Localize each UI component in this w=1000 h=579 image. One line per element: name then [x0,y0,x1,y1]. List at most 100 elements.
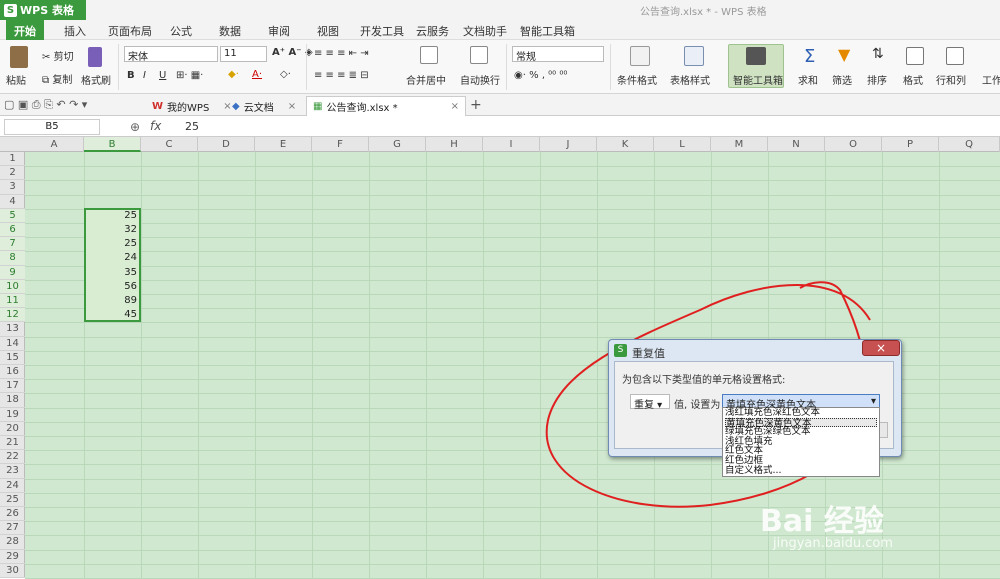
column-header-c[interactable]: C [141,137,198,152]
column-header-k[interactable]: K [597,137,654,152]
row-header-12[interactable]: 12 [0,308,25,323]
align-left-icons[interactable]: ≡ ≡ ≡ ≣ ⊟ [314,70,369,81]
column-header-p[interactable]: P [882,137,939,152]
column-header-d[interactable]: D [198,137,255,152]
column-header-e[interactable]: E [255,137,312,152]
menu-data[interactable]: 数据 [219,23,241,39]
row-header-24[interactable]: 24 [0,479,25,493]
cond-format-button[interactable]: 条件格式 [617,72,657,87]
row-header-2[interactable]: 2 [0,166,25,181]
close-icon[interactable]: × [451,101,459,112]
column-header-n[interactable]: N [768,137,825,152]
dialog-close-button[interactable]: × [862,340,900,356]
sort-button[interactable]: 排序 [867,72,887,87]
row-header-25[interactable]: 25 [0,493,25,507]
font-name-select[interactable]: 宋体 [124,46,218,63]
column-header-o[interactable]: O [825,137,882,152]
wrap-text-icon[interactable] [470,46,488,64]
row-header-6[interactable]: 6 [0,223,25,238]
table-style-button[interactable]: 表格样式 [670,72,710,87]
format-option[interactable]: 自定义格式... [725,466,782,476]
row-header-29[interactable]: 29 [0,550,25,564]
fill-color-icon[interactable]: ◆· [228,69,239,80]
bold-button[interactable]: B [127,70,135,81]
row-header-22[interactable]: 22 [0,450,25,465]
row-header-5[interactable]: 5 [0,208,25,223]
cell-b9[interactable]: 35 [84,266,139,280]
name-box[interactable]: B5 [4,119,100,135]
column-header-a[interactable]: A [25,137,84,152]
row-header-26[interactable]: 26 [0,507,25,522]
row-header-21[interactable]: 21 [0,436,25,451]
italic-button[interactable]: I [143,70,146,81]
row-header-18[interactable]: 18 [0,393,25,408]
column-header-m[interactable]: M [711,137,768,152]
menu-smart-toolbox[interactable]: 智能工具箱 [520,23,575,39]
menu-cloud[interactable]: 云服务 [416,23,449,39]
row-header-7[interactable]: 7 [0,237,25,252]
menu-page-layout[interactable]: 页面布局 [108,23,152,39]
sort-icon[interactable]: ⇅ [872,46,884,62]
row-header-10[interactable]: 10 [0,279,25,294]
tab-active-workbook[interactable]: ▦ 公告查询.xlsx * × [306,96,466,116]
column-header-g[interactable]: G [369,137,426,152]
column-header-q[interactable]: Q [939,137,1000,152]
row-header-16[interactable]: 16 [0,365,25,380]
sum-icon[interactable]: Σ [804,46,815,67]
cell-b12[interactable]: 45 [84,308,139,322]
zoom-icon[interactable]: ⊕ [130,120,140,134]
tab-cloud-docs[interactable]: ◆ 云文档 × [226,96,302,116]
paste-icon[interactable] [10,46,28,68]
row-header-17[interactable]: 17 [0,379,25,394]
row-header-27[interactable]: 27 [0,521,25,536]
row-header-14[interactable]: 14 [0,337,25,351]
cond-format-icon[interactable] [630,46,650,66]
row-header-20[interactable]: 20 [0,422,25,436]
row-col-icon[interactable] [946,47,964,65]
row-header-11[interactable]: 11 [0,294,25,309]
copy-button[interactable]: ⧉ 复制 [42,71,72,86]
cell-b10[interactable]: 56 [84,280,139,294]
border-icon[interactable]: ⊞· ▦· [176,70,203,81]
cell-b5[interactable]: 25 [84,209,139,223]
font-color-icon[interactable]: A· [252,69,262,80]
font-size-select[interactable]: 11 [220,46,267,62]
format-icon[interactable] [906,47,924,65]
quick-access-icons[interactable]: ▢ ▣ ⎙ ⎘ ↶ ↷ ▾ [4,98,87,112]
type-select[interactable]: 重复 ▾ [630,394,670,411]
column-header-h[interactable]: H [426,137,483,152]
row-header-3[interactable]: 3 [0,180,25,195]
cell-b7[interactable]: 25 [84,237,139,251]
close-icon[interactable]: × [288,101,296,112]
cell-b8[interactable]: 24 [84,251,139,265]
smart-toolbox-button[interactable]: 智能工具箱 [733,72,783,87]
format-painter-icon[interactable] [88,47,102,67]
filter-icon[interactable]: ▼ [838,45,850,64]
merge-center-icon[interactable] [420,46,438,64]
worksheet-button[interactable]: 工作 [982,72,1000,87]
new-tab-button[interactable]: + [470,97,482,113]
menu-insert[interactable]: 插入 [64,23,86,39]
column-header-l[interactable]: L [654,137,711,152]
cell-b6[interactable]: 32 [84,223,139,237]
formula-input[interactable]: 25 [185,120,199,133]
merge-center-button[interactable]: 合并居中 [406,72,446,87]
row-header-9[interactable]: 9 [0,265,25,280]
row-header-13[interactable]: 13 [0,322,25,337]
row-header-8[interactable]: 8 [0,251,25,266]
percent-button[interactable]: ◉· % ‚ ⁰⁰ ⁰⁰ [514,70,567,81]
row-header-30[interactable]: 30 [0,564,25,578]
menu-review[interactable]: 审阅 [268,23,290,39]
row-header-19[interactable]: 19 [0,408,25,422]
format-button[interactable]: 格式 [903,72,923,87]
row-header-23[interactable]: 23 [0,464,25,479]
column-header-f[interactable]: F [312,137,369,152]
cell-b11[interactable]: 89 [84,294,139,308]
row-col-button[interactable]: 行和列 [936,72,966,87]
table-style-icon[interactable] [684,46,704,66]
number-format-select[interactable]: 常规 [512,46,604,63]
paste-button[interactable]: 粘贴 [6,72,26,87]
cut-button[interactable]: ✂ 剪切 [42,48,74,63]
filter-button[interactable]: 筛选 [832,72,852,87]
menu-doc-assistant[interactable]: 文档助手 [463,23,507,39]
